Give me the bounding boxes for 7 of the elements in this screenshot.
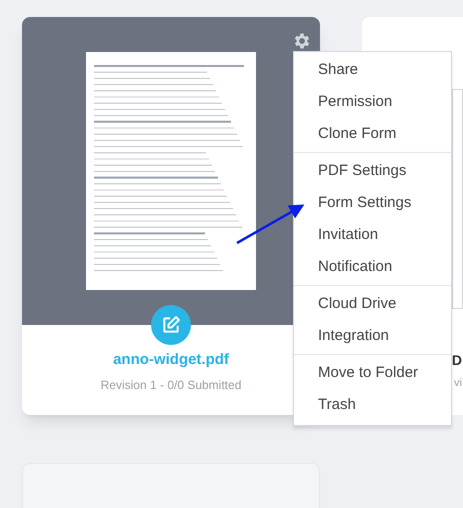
form-subtitle: vi	[454, 376, 462, 391]
edit-button[interactable]	[151, 305, 191, 345]
form-subtitle: Revision 1 - 0/0 Submitted	[100, 376, 242, 394]
edit-icon	[161, 315, 181, 335]
gear-icon[interactable]	[292, 31, 312, 51]
document-thumbnail[interactable]	[86, 52, 256, 290]
form-title[interactable]: D	[452, 350, 462, 371]
